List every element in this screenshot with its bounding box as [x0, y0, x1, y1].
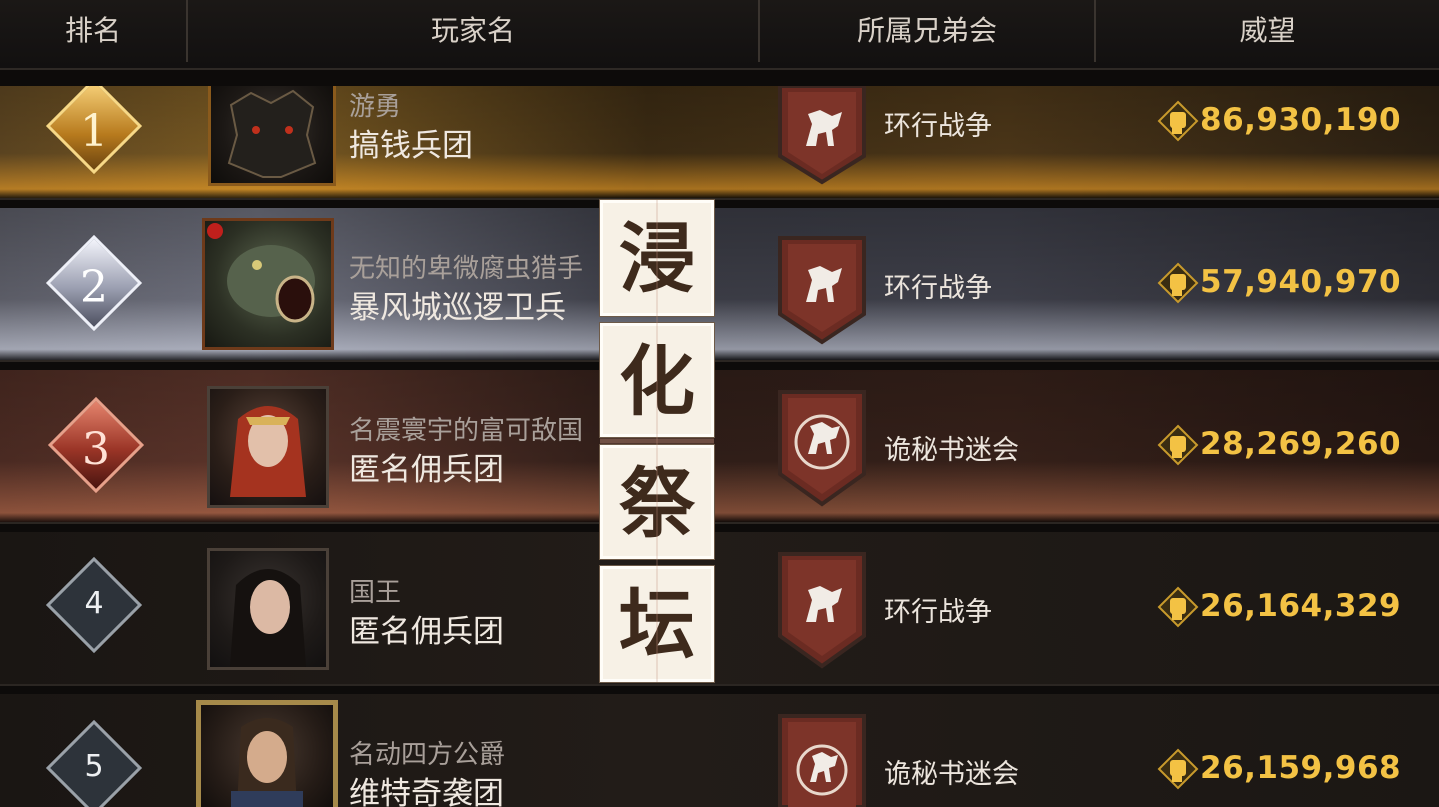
player-avatar[interactable]	[207, 548, 329, 670]
prestige-fist-icon	[1157, 748, 1199, 790]
guild-name[interactable]: 环行战争	[884, 590, 992, 629]
leaderboard-header: 排名 玩家名 所属兄弟会 威望	[0, 0, 1439, 70]
guild-banner-icon	[778, 714, 866, 807]
dragon-portrait-icon	[227, 89, 317, 178]
player-title: 名动四方公爵	[349, 740, 506, 770]
player-title: 游勇	[349, 92, 402, 122]
player-name[interactable]: 暴风城巡逻卫兵	[349, 282, 566, 327]
row-separator	[0, 360, 1439, 362]
guild-banner-icon	[778, 236, 866, 345]
rank-number: 1	[80, 106, 108, 157]
player-avatar[interactable]	[208, 86, 336, 186]
player-avatar[interactable]	[202, 218, 334, 350]
player-avatar[interactable]	[207, 386, 329, 508]
redhead-queen-portrait-icon	[230, 406, 306, 497]
rank-number: 5	[84, 749, 104, 784]
player-title: 名震寰宇的富可敌国	[349, 416, 584, 446]
gold-frame-knight-portrait-icon	[231, 718, 303, 807]
prestige-score: 26,164,329	[1200, 588, 1402, 624]
leaderboard-row-1[interactable]: 1 游勇 搞钱兵团 环行战争 86,930,190	[0, 86, 1439, 198]
guild-banner-icon	[778, 552, 866, 669]
leaderboard-row-2[interactable]: 2 无知的卑微腐虫猎手 暴风城巡逻卫兵 环行战争 57,940,970	[0, 208, 1439, 360]
rank-number: 2	[80, 262, 108, 313]
player-name[interactable]: 匿名佣兵团	[349, 606, 504, 651]
rank-number: 3	[82, 424, 110, 475]
guild-banner-icon	[778, 390, 866, 507]
watermark-char: 坛	[599, 565, 715, 683]
guild-name[interactable]: 环行战争	[884, 104, 992, 143]
header-player: 玩家名	[430, 14, 515, 47]
prestige-fist-icon	[1157, 586, 1199, 628]
creature-portrait-icon	[207, 223, 315, 323]
leaderboard-row-4[interactable]: 4 国王 匿名佣兵团 环行战争 26,164,329	[0, 532, 1439, 684]
row-separator	[0, 198, 1439, 200]
leaderboard-row-3[interactable]: 3 名震寰宇的富可敌国 匿名佣兵团 诡秘书迷会 28,269,260	[0, 370, 1439, 522]
row-separator	[0, 522, 1439, 524]
watermark-char: 浸	[599, 199, 715, 317]
prestige-score: 28,269,260	[1200, 426, 1402, 462]
guild-name[interactable]: 诡秘书迷会	[884, 428, 1019, 467]
leaderboard-row-5[interactable]: 5 名动四方公爵 维特奇袭团 诡秘书迷会 26,159,968	[0, 694, 1439, 807]
prestige-score: 86,930,190	[1200, 102, 1402, 138]
player-avatar[interactable]	[196, 700, 338, 807]
watermark-char: 祭	[599, 444, 715, 560]
header-rank: 排名	[64, 14, 121, 47]
prestige-fist-icon	[1157, 100, 1199, 142]
player-title: 无知的卑微腐虫猎手	[349, 254, 584, 284]
prestige-fist-icon	[1157, 262, 1199, 304]
prestige-score: 57,940,970	[1200, 264, 1402, 300]
watermark-char: 化	[599, 322, 715, 438]
player-name[interactable]: 维特奇袭团	[349, 768, 504, 807]
header-prestige: 威望	[1239, 14, 1296, 47]
guild-banner-icon	[778, 86, 866, 185]
player-name[interactable]: 搞钱兵团	[349, 120, 473, 165]
guild-name[interactable]: 诡秘书迷会	[884, 752, 1019, 791]
guild-name[interactable]: 环行战争	[884, 266, 992, 305]
dark-haired-woman-portrait-icon	[230, 569, 306, 667]
prestige-score: 26,159,968	[1200, 750, 1402, 786]
player-name[interactable]: 匿名佣兵团	[349, 444, 504, 489]
row-separator	[0, 684, 1439, 686]
prestige-fist-icon	[1157, 424, 1199, 466]
header-guild: 所属兄弟会	[856, 14, 997, 47]
player-title: 国王	[349, 578, 402, 608]
rank-number: 4	[84, 586, 104, 621]
